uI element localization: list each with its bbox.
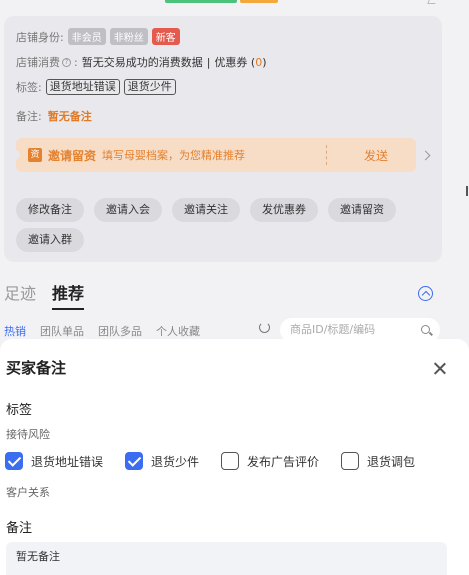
refresh-icon[interactable] <box>259 322 270 333</box>
tab-bar: 足迹 推荐 <box>4 280 85 310</box>
note-section-title: 备注 <box>6 521 33 536</box>
divider <box>326 145 327 165</box>
scroll-edge-marker <box>466 186 468 196</box>
consume-value: 暂无交易成功的消费数据 <box>81 56 203 69</box>
identity-label: 店铺身份: <box>16 30 64 44</box>
buyer-note-sheet: 买家备注 标签 接待风险 退货地址错误 退货少件 发布广告评价 退货调包 客户关… <box>0 339 469 575</box>
checkbox-unchecked-icon[interactable] <box>341 452 359 470</box>
checkbox-label: 退货地址错误 <box>31 454 104 469</box>
tab-recommend-label: 推荐 <box>52 284 85 303</box>
invite-desc: 填写母婴档案，为您精准推荐 <box>102 149 246 162</box>
risk-label: 接待风险 <box>6 428 50 441</box>
subtab-team-multi[interactable]: 团队多品 <box>98 323 142 339</box>
invite-follow-button[interactable]: 邀请关注 <box>172 198 240 222</box>
subtab-personal-fav[interactable]: 个人收藏 <box>156 323 200 339</box>
search-icon[interactable] <box>421 325 430 334</box>
tags-section-title: 标签 <box>6 403 33 418</box>
chevron-down-icon[interactable] <box>427 0 437 4</box>
identity-row: 店铺身份: 非会员 非粉丝 新客 <box>16 28 180 45</box>
sheet-title: 买家备注 <box>6 359 67 377</box>
note-value[interactable]: 暂无备注 <box>48 108 92 124</box>
identity-tag-fan: 非粉丝 <box>109 28 148 45</box>
edit-note-button[interactable]: 修改备注 <box>16 198 84 222</box>
note-textarea[interactable]: 暂无备注 <box>6 542 447 575</box>
checkbox-checked-icon[interactable] <box>5 452 23 470</box>
note-label: 备注: <box>16 110 42 123</box>
tag-return-missing: 退货少件 <box>123 79 176 95</box>
consume-row: 店铺消费 ? : 暂无交易成功的消费数据 | 优惠券 ( 0 ) <box>16 55 267 70</box>
tags-row: 标签: 退货地址错误 退货少件 <box>16 79 176 95</box>
invite-group-button[interactable]: 邀请入群 <box>16 228 84 252</box>
checkbox-return-swap[interactable]: 退货调包 <box>341 452 415 470</box>
profile-icon: 资 <box>28 148 42 162</box>
checkbox-checked-icon[interactable] <box>125 452 143 470</box>
checkbox-unchecked-icon[interactable] <box>221 452 239 470</box>
tag-return-address-error: 退货地址错误 <box>45 79 120 95</box>
customer-info-card: 店铺身份: 非会员 非粉丝 新客 店铺消费 ? : 暂无交易成功的消费数据 | … <box>4 16 442 262</box>
invite-info-button[interactable]: 邀请留资 <box>328 198 396 222</box>
chevron-right-icon[interactable] <box>420 150 431 161</box>
collapse-icon[interactable] <box>418 286 433 301</box>
tags-label: 标签: <box>16 81 42 94</box>
customer-relation-label: 客户关系 <box>6 486 50 499</box>
send-coupon-button[interactable]: 发优惠券 <box>250 198 318 222</box>
checkbox-label: 发布广告评价 <box>247 454 320 469</box>
tab-underline <box>52 308 85 310</box>
checkbox-return-address-error[interactable]: 退货地址错误 <box>5 452 103 470</box>
identity-tag-member: 非会员 <box>67 28 106 45</box>
subtab-hot[interactable]: 热销 <box>4 323 26 339</box>
new-customer-badge: 新客 <box>151 28 180 45</box>
coupon-count[interactable]: 0 <box>255 56 262 69</box>
tab-recommend[interactable]: 推荐 <box>52 280 85 310</box>
subtab-bar: 热销 团队单品 团队多品 个人收藏 <box>4 323 214 339</box>
consume-label: 店铺消费 <box>16 56 60 69</box>
checkbox-ad-review[interactable]: 发布广告评价 <box>221 452 319 470</box>
top-strip <box>0 0 469 8</box>
invite-title: 邀请留资 <box>48 148 97 163</box>
top-tab-indicator-orange <box>240 0 278 3</box>
help-icon[interactable]: ? <box>62 57 71 67</box>
close-icon[interactable] <box>432 361 448 377</box>
checkbox-label: 退货少件 <box>151 454 200 469</box>
send-button[interactable]: 发送 <box>364 147 388 164</box>
top-tab-indicator-green <box>165 0 237 3</box>
invite-member-button[interactable]: 邀请入会 <box>94 198 162 222</box>
subtab-team-single[interactable]: 团队单品 <box>40 323 84 339</box>
checkbox-return-missing[interactable]: 退货少件 <box>125 452 199 470</box>
checkbox-label: 退货调包 <box>367 454 416 469</box>
invite-info-banner[interactable]: 资 邀请留资 填写母婴档案，为您精准推荐 发送 <box>16 138 416 172</box>
search-placeholder: 商品ID/标题/编码 <box>290 323 376 336</box>
tab-footprint[interactable]: 足迹 <box>4 280 36 304</box>
coupon-text: 优惠券 ( <box>214 56 256 69</box>
note-row: 备注: 暂无备注 <box>16 108 92 124</box>
